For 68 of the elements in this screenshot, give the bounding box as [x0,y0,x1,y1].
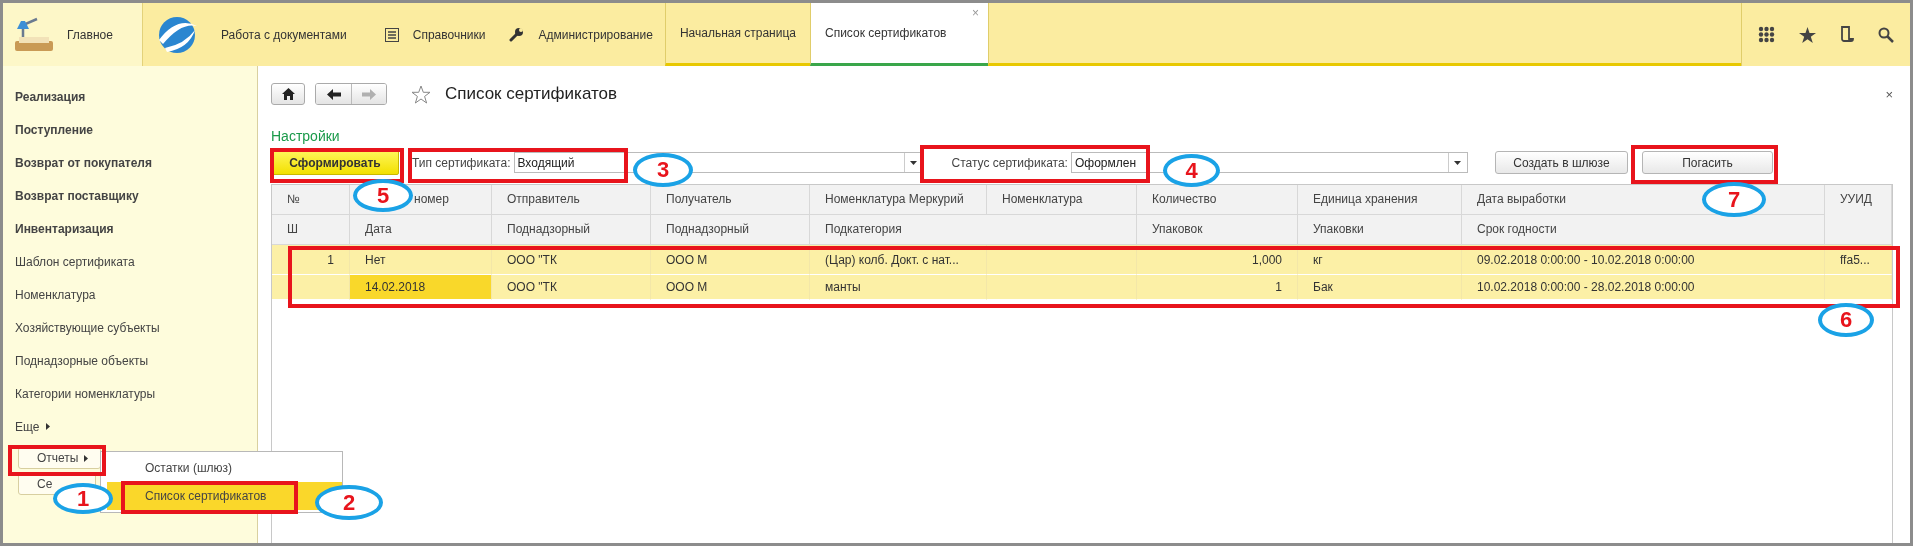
sidebar-item[interactable]: Поступление [3,113,257,146]
section-link[interactable]: Справочники [372,3,498,66]
search-icon[interactable] [1878,26,1894,43]
dropdown-icon [910,160,917,165]
column-header[interactable]: Количество [1152,192,1217,206]
column-header[interactable]: Поднадзорный [666,222,749,236]
open-tab[interactable]: Список сертификатов × [810,3,988,66]
section-link[interactable]: Администрирование [497,3,665,66]
home-button[interactable] [271,83,305,105]
field-label: Тип сертификата: [412,155,511,170]
sidebar-item[interactable]: Реализация [3,80,257,113]
star-outline-icon[interactable] [411,84,431,104]
back-button[interactable] [316,84,351,104]
sidebar-item[interactable]: Номенклатура [3,278,257,311]
column-header[interactable]: Номенклатура [1002,192,1083,206]
apps-grid-icon[interactable] [1758,26,1775,43]
dropdown-icon [1454,160,1462,165]
column-header[interactable]: УУИД [1840,192,1872,206]
section-label: Главное [67,27,113,42]
action-button[interactable]: Погасить [1641,151,1773,174]
table-cell: манты [810,275,987,300]
sidebar-item[interactable]: Инвентаризация [3,212,257,245]
house-icon [281,88,295,100]
sidebar-item[interactable]: Поднадзорные объекты [3,344,257,377]
column-header[interactable]: Отправитель [507,192,580,206]
column-header[interactable]: Дата выработки [1477,192,1566,206]
column-header[interactable]: Ш [287,222,298,236]
field-label: Статус сертификата: [951,155,1068,170]
settings-link[interactable]: Настройки [271,128,340,144]
column-header[interactable]: № [287,192,300,206]
table-cell: 14.02.2018 [350,275,492,300]
caret-icon [84,454,89,462]
document-icon[interactable] [1840,26,1854,43]
column-header[interactable]: Упаковки [1313,222,1364,236]
wrench-icon [509,27,525,42]
column-header[interactable]: Дата [365,222,392,236]
home-section[interactable]: Главное [3,3,143,66]
menu-item[interactable]: Остатки (шлюз) [107,454,342,482]
column-header[interactable]: номер [414,192,449,206]
list-icon [384,27,399,42]
column-header[interactable]: Номенклатура Меркурий [825,192,964,206]
table-cell: ООО "ТК [492,275,651,300]
sidebar-item[interactable]: Еще [3,410,257,443]
column-header[interactable]: Единица хранения [1313,192,1418,206]
caret-icon [46,423,51,430]
table-cell: 1 [1137,275,1298,300]
column-header[interactable]: Подкатегория [825,222,902,236]
callout-marker: 2 [315,485,383,520]
close-icon[interactable]: × [1885,86,1893,102]
sidebar-item[interactable]: Возврат от покупателя [3,146,257,179]
table-cell: Бак [1298,275,1462,300]
column-header[interactable]: Упаковок [1152,222,1203,236]
action-button[interactable]: Создать в шлюзе [1494,151,1628,174]
column-header[interactable]: Срок годности [1477,222,1557,236]
sidebar-item[interactable]: Категории номенклатуры [3,377,257,410]
form-title: Список сертификатов [445,84,619,104]
section-link[interactable]: Работа с документами [143,3,373,66]
star-icon[interactable] [1799,26,1816,43]
left-arrow-icon [326,88,341,100]
sidebar-item[interactable]: Шаблон сертификата [3,245,257,278]
table-cell: ООО М [651,275,810,300]
right-arrow-icon [362,88,376,100]
column-header[interactable]: Поднадзорный [507,222,590,236]
sidebar-item[interactable]: Возврат поставщику [3,179,257,212]
column-header[interactable]: Получатель [666,192,732,206]
sidebar-item[interactable]: Хозяйствующие субъекты [3,311,257,344]
callout-marker: 6 [1818,303,1874,337]
table-cell: 10.02.2018 0:00:00 - 28.02.2018 0:00:00 [1462,275,1825,300]
